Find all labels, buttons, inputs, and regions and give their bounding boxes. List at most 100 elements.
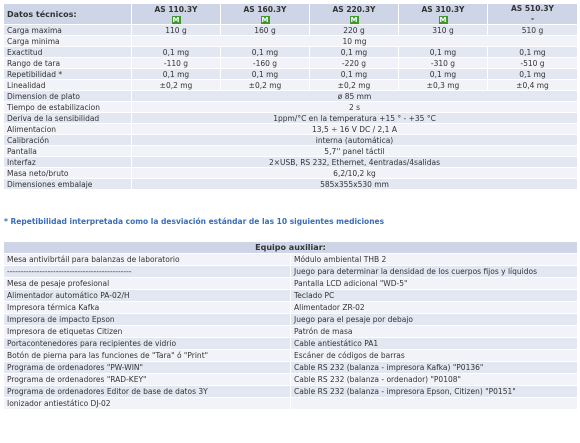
- spec-label: Repetibilidad *: [3, 68, 132, 80]
- aux-item: Cable RS 232 (balanza - impresora Kafka)…: [289, 361, 579, 374]
- aux-item: Módulo ambiental THB 2: [289, 253, 579, 266]
- aux-row: Mesa de pesaje profesional Pantalla LCD a…: [3, 277, 579, 290]
- spec-value: 220 g: [309, 24, 399, 36]
- aux-row: Botón de pierna para las funciones de "T…: [3, 349, 579, 362]
- aux-item: Mesa antivibrtáil para balanzas de labor…: [3, 253, 291, 266]
- aux-item: Impresora térmica Kafka: [3, 301, 291, 314]
- spec-label: Carga minima: [3, 35, 132, 47]
- spec-row: Alimentacion 13,5 ÷ 16 V DC / 2,1 A: [3, 123, 578, 135]
- spec-label: Deriva de la sensibilidad: [3, 112, 132, 124]
- spec-label: Pantalla: [3, 145, 132, 157]
- spec-label: Rango de tara: [3, 57, 132, 69]
- spec-row: Masa neto/bruto 6,2/10,2 kg: [3, 167, 578, 179]
- spec-value: 510 g: [487, 24, 578, 36]
- auxiliary-equipment-title: Equipo auxiliar:: [2, 241, 579, 254]
- aux-item: ----------------------------------------…: [3, 265, 291, 278]
- model-name: AS 510.3Y: [511, 4, 554, 14]
- aux-row: Programa de ordenadores "RAD-KEY" Cable R…: [3, 373, 579, 386]
- aux-item: Alimentador automático PA-02/H: [3, 289, 291, 302]
- spec-value: 0,1 mg: [220, 46, 310, 58]
- m-badge-icon: M: [171, 15, 181, 24]
- spec-value: 0,1 mg: [220, 68, 310, 80]
- spec-value-merged: 2 s: [131, 101, 578, 113]
- model-header: AS 510.3Y -: [487, 3, 578, 25]
- spec-value: 160 g: [220, 24, 310, 36]
- model-header: AS 220.3Y M: [309, 3, 399, 25]
- aux-item: Pantalla LCD adicional "WD-5": [289, 277, 579, 290]
- spec-value: -310 g: [398, 57, 488, 69]
- aux-item: Impresora de impacto Epson: [3, 313, 291, 326]
- model-name: AS 310.3Y: [421, 4, 465, 14]
- aux-row: Portacontenedores para recipientes de vi…: [3, 337, 579, 350]
- technical-data-header-label: Datos técnicos:: [3, 3, 132, 25]
- aux-item: Botón de pierna para las funciones de "T…: [3, 349, 291, 362]
- model-header: AS 310.3Y M: [398, 3, 488, 25]
- spec-value: -110 g: [131, 57, 221, 69]
- spec-value-merged: 10 mg: [131, 35, 578, 47]
- spec-row: Carga maxima 110 g 160 g 220 g 310 g 510 g: [3, 24, 578, 36]
- aux-item: Juego para el pesaje por debajo: [289, 313, 579, 326]
- aux-item: Programa de ordenadores "PW-WIN": [3, 361, 291, 374]
- spec-label: Calibración: [3, 134, 132, 146]
- spec-label: Dimension de plato: [3, 90, 132, 102]
- spec-value-merged: 2×USB, RS 232, Ethernet, 4entradas/4sali…: [131, 156, 578, 168]
- spec-value-merged: 1ppm/°C en la temperatura +15 ° - +35 °C: [131, 112, 578, 124]
- spec-row: Deriva de la sensibilidad 1ppm/°C en la t…: [3, 112, 578, 124]
- spec-value: ±0,4 mg: [487, 79, 578, 91]
- spec-row: Carga minima 10 mg: [3, 35, 578, 47]
- spec-label: Carga maxima: [3, 24, 132, 36]
- technical-data-body: Carga maxima 110 g 160 g 220 g 310 g 510 g Car…: [3, 24, 578, 190]
- spec-label: Tiempo de estabilizacion: [3, 101, 132, 113]
- aux-item: Mesa de pesaje profesional: [3, 277, 291, 290]
- spec-value: ±0,2 mg: [131, 79, 221, 91]
- aux-row: Impresora de impacto Epson Juego para el …: [3, 313, 579, 326]
- spec-value: 0,1 mg: [309, 46, 399, 58]
- spec-label: Masa neto/bruto: [3, 167, 132, 179]
- aux-item: [289, 397, 579, 410]
- aux-row: Mesa antivibrtáil para balanzas de labor…: [3, 253, 579, 266]
- spec-value: ±0,2 mg: [220, 79, 310, 91]
- spec-value-merged: interna (automática): [131, 134, 578, 146]
- spec-value-merged: ø 85 mm: [131, 90, 578, 102]
- spec-value: 0,1 mg: [398, 46, 488, 58]
- model-header: AS 160.3Y M: [220, 3, 310, 25]
- spec-row: Dimensiones embalaje 585x355x530 mm: [3, 178, 578, 190]
- spec-value: 0,1 mg: [131, 68, 221, 80]
- aux-item: Ionizador antiestático DJ-02: [3, 397, 291, 410]
- spec-value: 310 g: [398, 24, 488, 36]
- spec-row: Linealidad ±0,2 mg ±0,2 mg ±0,2 mg ±0,3 mg ±0…: [3, 79, 578, 91]
- aux-item: Alimentador ZR-02: [289, 301, 579, 314]
- aux-item: Juego para determinar la densidad de los…: [289, 265, 579, 278]
- model-name: AS 110.3Y: [154, 4, 198, 14]
- auxiliary-equipment-table: Equipo auxiliar: Mesa antivibrtáil para …: [2, 241, 579, 410]
- aux-item: Teclado PC: [289, 289, 579, 302]
- aux-row: Programa de ordenadores Editor de base d…: [3, 385, 579, 398]
- spec-label: Alimentacion: [3, 123, 132, 135]
- spec-value: -160 g: [220, 57, 310, 69]
- spec-label: Interfaz: [3, 156, 132, 168]
- aux-item: Cable antiestático PA1: [289, 337, 579, 350]
- aux-row: Impresora térmica Kafka Alimentador ZR-02: [3, 301, 579, 314]
- spec-value: -510 g: [487, 57, 578, 69]
- auxiliary-equipment-body: Mesa antivibrtáil para balanzas de labor…: [3, 253, 579, 410]
- spec-value: ±0,2 mg: [309, 79, 399, 91]
- aux-row: Programa de ordenadores "PW-WIN" Cable RS…: [3, 361, 579, 374]
- aux-item: Escáner de códigos de barras: [289, 349, 579, 362]
- spec-row: Tiempo de estabilizacion 2 s: [3, 101, 578, 113]
- m-badge-icon: M: [438, 15, 448, 24]
- spec-label: Exactitud: [3, 46, 132, 58]
- model-name: AS 220.3Y: [332, 4, 376, 14]
- spec-row: Pantalla 5,7'' panel táctil: [3, 145, 578, 157]
- spec-value: 0,1 mg: [309, 68, 399, 80]
- m-badge-icon: M: [260, 15, 270, 24]
- aux-item: Programa de ordenadores Editor de base d…: [3, 385, 291, 398]
- spec-label: Linealidad: [3, 79, 132, 91]
- spec-value: -220 g: [309, 57, 399, 69]
- aux-row: ----------------------------------------…: [3, 265, 579, 278]
- spec-row: Rango de tara -110 g -160 g -220 g -310 g -51…: [3, 57, 578, 69]
- aux-row: Ionizador antiestático DJ-02: [3, 397, 579, 410]
- model-name: AS 160.3Y: [243, 4, 287, 14]
- spec-value: 110 g: [131, 24, 221, 36]
- spec-value: 0,1 mg: [398, 68, 488, 80]
- spec-value: 0,1 mg: [487, 68, 578, 80]
